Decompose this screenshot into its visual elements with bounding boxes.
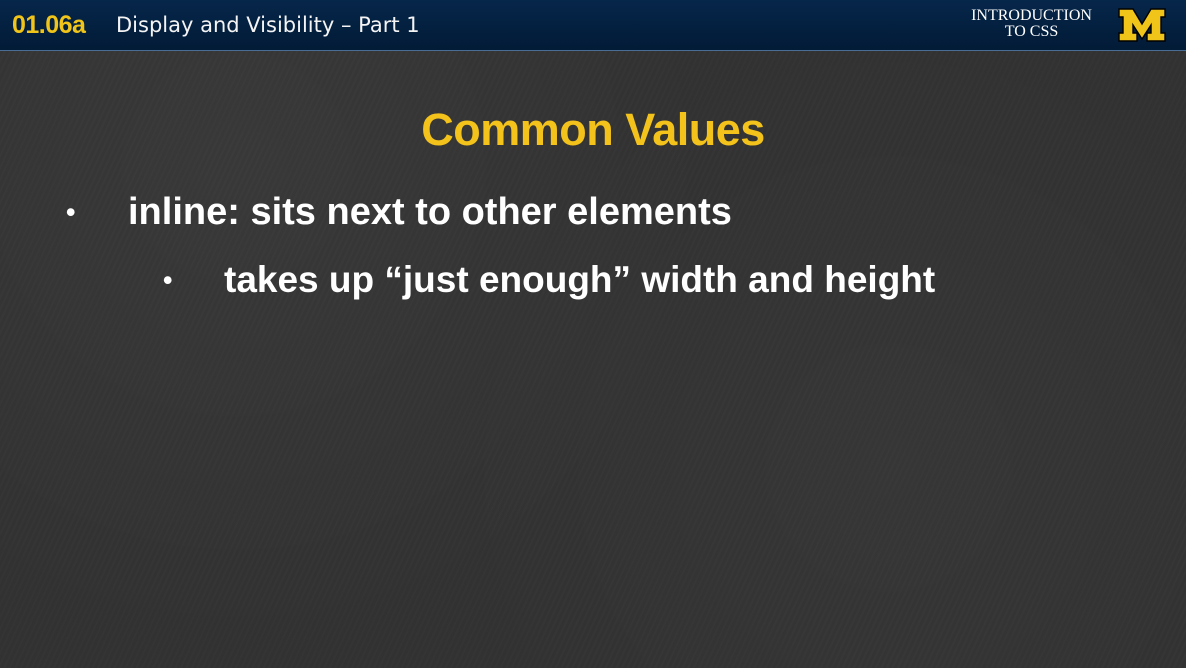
sub-bullet-text: takes up “just enough” width and height — [224, 259, 936, 300]
university-m-logo-icon — [1118, 8, 1166, 42]
lesson-code: 01.06a — [12, 11, 86, 39]
lesson-title: Display and Visibility – Part 1 — [116, 13, 420, 37]
sub-bullet-marker: • — [163, 265, 173, 295]
lecture-header-bar: 01.06a Display and Visibility – Part 1 I… — [0, 0, 1186, 51]
slide-title: Common Values — [421, 104, 765, 155]
video-frame: 01.06a Display and Visibility – Part 1 I… — [0, 0, 1186, 668]
course-title: INTRODUCTION TO CSS — [959, 8, 1104, 40]
bullet-text: inline: sits next to other elements — [128, 191, 732, 233]
bullet-marker: • — [66, 197, 76, 227]
course-title-line-1: INTRODUCTION — [971, 7, 1092, 24]
course-title-line-2: TO CSS — [1004, 23, 1059, 40]
